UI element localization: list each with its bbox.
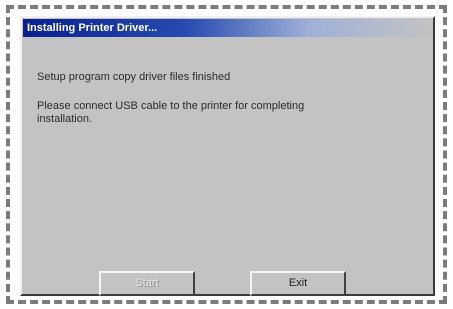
installer-dialog: Installing Printer Driver... Setup progr… [20,16,435,296]
exit-button[interactable]: Exit [250,271,346,296]
instruction-message: Please connect USB cable to the printer … [37,100,305,125]
start-button[interactable]: Start [99,271,195,296]
dialog-title: Installing Printer Driver... [27,22,158,34]
status-message: Setup program copy driver files finished [37,71,231,83]
title-bar[interactable]: Installing Printer Driver... [23,19,432,37]
